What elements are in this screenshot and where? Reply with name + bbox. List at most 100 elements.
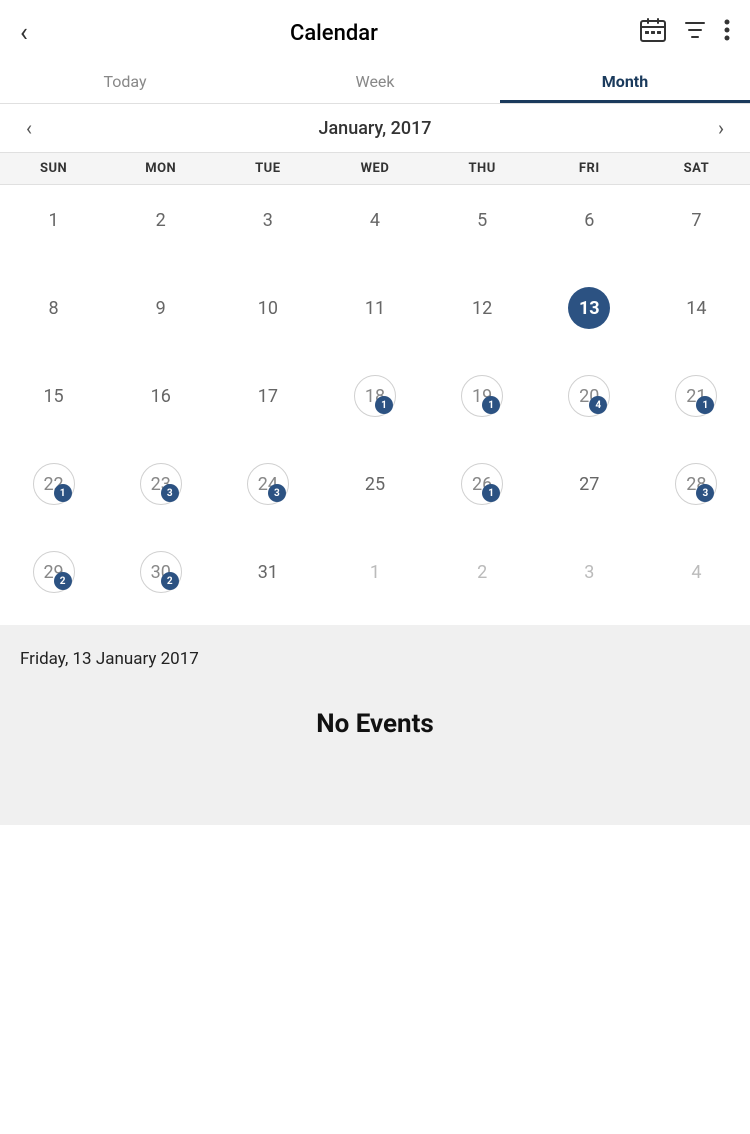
day-header-sun: SUN [0,161,107,176]
day-header-wed: WED [321,161,428,176]
calendar-cell[interactable]: 17 [214,361,321,449]
day-number: 15 [33,375,75,417]
calendar-cell[interactable]: 221 [0,449,107,537]
day-number: 221 [33,463,75,505]
day-number: 3 [247,199,289,241]
calendar-cell[interactable]: 243 [214,449,321,537]
more-icon[interactable] [724,19,730,47]
calendar-cell[interactable]: 14 [643,273,750,361]
back-button[interactable]: ‹ [20,18,28,48]
day-number: 31 [247,551,289,593]
day-headers: SUN MON TUE WED THU FRI SAT [0,153,750,185]
day-number: 14 [675,287,717,329]
event-badge: 1 [482,396,500,414]
day-header-tue: TUE [214,161,321,176]
tab-week[interactable]: Week [250,58,500,103]
day-number: 204 [568,375,610,417]
month-title: January, 2017 [318,118,431,139]
day-number: 1 [354,551,396,593]
calendar-cell[interactable]: 9 [107,273,214,361]
month-nav: ‹ January, 2017 › [0,104,750,153]
day-number: 25 [354,463,396,505]
tab-today[interactable]: Today [0,58,250,103]
day-number: 302 [140,551,182,593]
calendar-cell[interactable]: 1 [0,185,107,273]
day-header-thu: THU [429,161,536,176]
day-number: 1 [33,199,75,241]
calendar-cell[interactable]: 3 [214,185,321,273]
day-number: 4 [675,551,717,593]
bottom-section: Friday, 13 January 2017 No Events [0,625,750,825]
day-number: 27 [568,463,610,505]
calendar-cell[interactable]: 11 [321,273,428,361]
day-number: 12 [461,287,503,329]
day-number: 181 [354,375,396,417]
day-number: 243 [247,463,289,505]
day-number: 9 [140,287,182,329]
day-number: 17 [247,375,289,417]
event-badge: 1 [696,396,714,414]
day-number: 3 [568,551,610,593]
filter-icon[interactable] [684,19,706,47]
event-badge: 1 [375,396,393,414]
calendar-cell[interactable]: 7 [643,185,750,273]
calendar-cell[interactable]: 8 [0,273,107,361]
prev-month-button[interactable]: ‹ [16,112,42,144]
event-badge: 2 [54,572,72,590]
tab-month[interactable]: Month [500,58,750,103]
day-number: 2 [461,551,503,593]
calendar-icon[interactable] [640,18,666,48]
day-number: 5 [461,199,503,241]
event-badge: 4 [589,396,607,414]
day-number: 4 [354,199,396,241]
day-number: 10 [247,287,289,329]
day-number: 11 [354,287,396,329]
header-icons [640,18,730,48]
day-header-sat: SAT [643,161,750,176]
day-number: 261 [461,463,503,505]
day-number: 233 [140,463,182,505]
calendar-cell[interactable]: 191 [429,361,536,449]
calendar-cell[interactable]: 283 [643,449,750,537]
day-number: 6 [568,199,610,241]
day-number: 16 [140,375,182,417]
calendar-cell[interactable]: 13 [536,273,643,361]
calendar-cell[interactable]: 6 [536,185,643,273]
calendar-cell[interactable]: 292 [0,537,107,625]
calendar-cell[interactable]: 10 [214,273,321,361]
calendar-cell[interactable]: 3 [536,537,643,625]
calendar-cell[interactable]: 4 [643,537,750,625]
calendar-cell[interactable]: 211 [643,361,750,449]
calendar-grid: 1234567891011121314151617181191204211221… [0,185,750,625]
calendar-cell[interactable]: 233 [107,449,214,537]
calendar-cell[interactable]: 25 [321,449,428,537]
day-number: 8 [33,287,75,329]
day-number: 2 [140,199,182,241]
event-badge: 3 [161,484,179,502]
calendar-cell[interactable]: 302 [107,537,214,625]
calendar-cell[interactable]: 2 [429,537,536,625]
calendar-cell[interactable]: 181 [321,361,428,449]
calendar-cell[interactable]: 5 [429,185,536,273]
event-badge: 3 [268,484,286,502]
day-header-fri: FRI [536,161,643,176]
day-number: 211 [675,375,717,417]
tabs-bar: Today Week Month [0,58,750,104]
calendar-cell[interactable]: 2 [107,185,214,273]
page-title: Calendar [290,21,378,46]
calendar-cell[interactable]: 261 [429,449,536,537]
calendar-cell[interactable]: 12 [429,273,536,361]
calendar-cell[interactable]: 16 [107,361,214,449]
calendar-cell[interactable]: 15 [0,361,107,449]
calendar-cell[interactable]: 204 [536,361,643,449]
calendar-cell[interactable]: 1 [321,537,428,625]
calendar-cell[interactable]: 4 [321,185,428,273]
calendar-cell[interactable]: 27 [536,449,643,537]
next-month-button[interactable]: › [708,112,734,144]
event-badge: 3 [696,484,714,502]
event-badge: 2 [161,572,179,590]
event-badge: 1 [482,484,500,502]
header: ‹ Calendar [0,0,750,58]
selected-date-label: Friday, 13 January 2017 [20,649,730,669]
calendar-cell[interactable]: 31 [214,537,321,625]
